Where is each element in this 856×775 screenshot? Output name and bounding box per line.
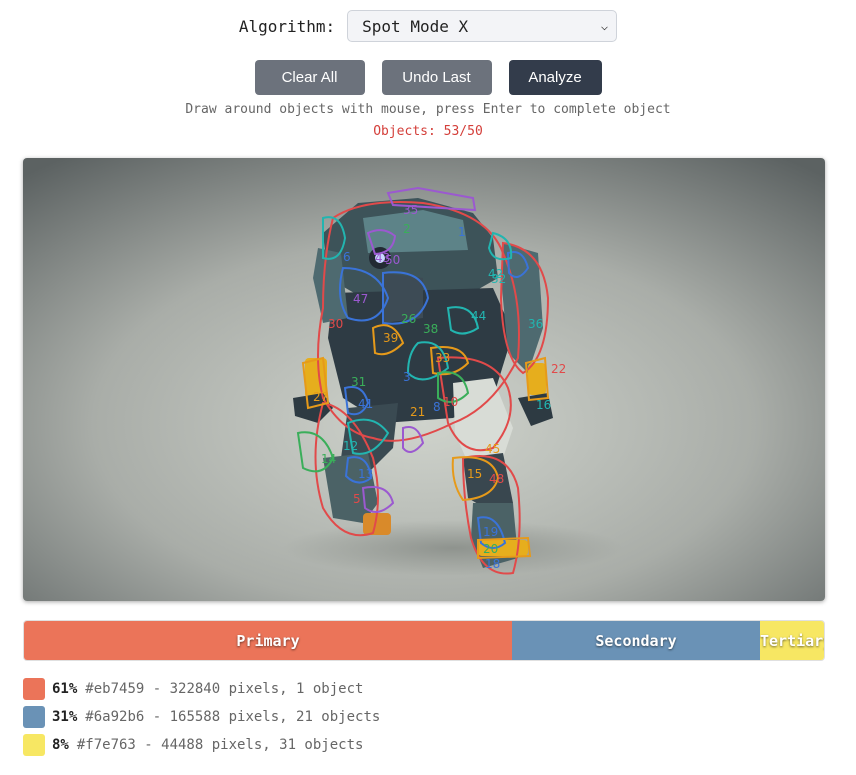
legend-detail: #6a92b6 - 165588 pixels, 21 objects — [85, 709, 381, 725]
object-label-41: 41 — [358, 397, 373, 411]
color-swatch — [23, 706, 45, 728]
object-label-26: 26 — [401, 312, 416, 326]
object-label-31: 31 — [351, 375, 366, 389]
bar-segment-primary: Primary — [24, 621, 512, 660]
color-swatch — [23, 678, 45, 700]
object-label-1: 1 — [458, 225, 466, 239]
object-label-30: 30 — [328, 317, 343, 331]
bar-segment-secondary: Secondary — [512, 621, 760, 660]
legend-detail: #f7e763 - 44488 pixels, 31 objects — [76, 737, 364, 753]
object-label-15: 15 — [467, 467, 482, 481]
color-swatch — [23, 734, 45, 756]
algorithm-row: Algorithm: Spot Mode X ⌵ — [0, 10, 856, 42]
object-label-20: 20 — [483, 542, 498, 556]
object-label-48: 48 — [489, 472, 504, 486]
object-label-45: 45 — [485, 442, 500, 456]
object-label-19: 19 — [483, 525, 498, 539]
legend-row: 8% #f7e763 - 44488 pixels, 31 objects — [23, 734, 825, 756]
object-label-39: 39 — [383, 331, 398, 345]
object-label-5: 5 — [353, 492, 361, 506]
object-label-38: 38 — [423, 322, 438, 336]
object-label-47: 47 — [353, 292, 368, 306]
instruction-text: Draw around objects with mouse, press En… — [185, 102, 671, 117]
legend-row: 61% #eb7459 - 322840 pixels, 1 object — [23, 678, 825, 700]
object-label-22: 22 — [551, 362, 566, 376]
toolbar: Clear All Undo Last Analyze — [0, 60, 856, 95]
drawing-canvas[interactable]: 1 2 3 5 6 8 10 12 13 14 15 16 18 19 20 21 22 26 27 30 31 32 33… — [23, 158, 825, 601]
object-label-3: 3 — [403, 370, 411, 384]
undo-last-button[interactable]: Undo Last — [381, 60, 492, 95]
object-label-13: 13 — [358, 467, 373, 481]
color-distribution-bar: PrimarySecondaryTertiary — [23, 620, 825, 661]
analyze-button[interactable]: Analyze — [508, 60, 602, 95]
object-label-6: 6 — [343, 250, 351, 264]
legend-percent: 8% — [52, 737, 69, 753]
object-label-42: 42 — [488, 267, 503, 281]
clear-all-button[interactable]: Clear All — [254, 60, 365, 95]
color-legend: 61% #eb7459 - 322840 pixels, 1 object 31% #… — [23, 678, 825, 762]
object-label-35: 35 — [403, 203, 418, 217]
object-label-27: 27 — [313, 390, 328, 404]
robot-shadow — [283, 520, 623, 576]
object-label-14: 14 — [321, 452, 336, 466]
object-label-44: 44 — [471, 309, 486, 323]
legend-percent: 61% — [52, 681, 78, 697]
object-label-12: 12 — [343, 439, 358, 453]
object-label-8: 8 — [433, 400, 441, 414]
objects-count: Objects: 53/50 — [373, 124, 483, 139]
algorithm-label: Algorithm: — [238, 16, 336, 36]
legend-detail: #eb7459 - 322840 pixels, 1 object — [85, 681, 364, 697]
object-label-33: 33 — [435, 351, 450, 365]
object-label-10: 10 — [443, 395, 458, 409]
algorithm-selected-value: Spot Mode X — [362, 16, 469, 36]
chevron-down-icon: ⌵ — [600, 19, 609, 33]
object-label-50: 50 — [385, 253, 400, 267]
legend-percent: 31% — [52, 709, 78, 725]
object-label-18: 18 — [485, 557, 500, 571]
object-label-2: 2 — [403, 222, 411, 236]
object-label-16: 16 — [536, 398, 551, 412]
algorithm-select[interactable]: Spot Mode X ⌵ — [347, 10, 618, 42]
object-label-21: 21 — [410, 405, 425, 419]
object-label-36: 36 — [528, 317, 543, 331]
legend-row: 31% #6a92b6 - 165588 pixels, 21 objects — [23, 706, 825, 728]
bar-segment-tertiary: Tertiary — [760, 621, 824, 660]
